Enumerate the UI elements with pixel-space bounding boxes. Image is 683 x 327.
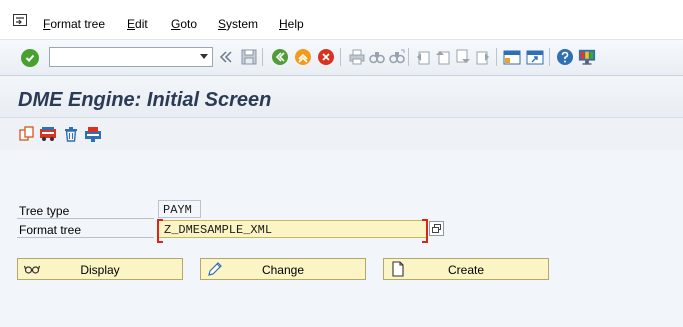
find-icon[interactable] — [368, 48, 386, 66]
back-icon[interactable] — [271, 48, 289, 66]
chevron-down-icon[interactable] — [200, 54, 208, 59]
page-title: DME Engine: Initial Screen — [18, 89, 272, 111]
customize-layout-icon[interactable] — [578, 48, 596, 66]
menu-goto[interactable]: Goto — [171, 17, 197, 31]
find-next-icon[interactable] — [388, 48, 406, 66]
copy-icon[interactable] — [18, 125, 36, 143]
work-area — [0, 150, 683, 327]
screen-title-bar: DME Engine: Initial Screen — [0, 76, 683, 118]
import-icon[interactable] — [84, 125, 102, 143]
menu-system-mnemonic: S — [218, 17, 227, 31]
menu-edit-mnemonic: E — [127, 17, 136, 31]
toolbar-separator — [262, 48, 263, 66]
menu-help-mnemonic: H — [279, 17, 288, 31]
menu-format-tree[interactable]: Format tree — [43, 17, 105, 31]
enter-icon[interactable] — [21, 49, 39, 67]
toolbar-separator — [549, 48, 550, 66]
create-session-icon[interactable] — [503, 48, 521, 66]
menu-goto-label: oto — [180, 17, 198, 31]
display-button[interactable]: Display — [17, 258, 183, 280]
previous-page-icon[interactable] — [434, 48, 452, 66]
tree-type-label: Tree type — [19, 204, 70, 218]
change-button[interactable]: Change — [200, 258, 366, 280]
format-tree-input[interactable]: Z_DMESAMPLE_XML — [157, 219, 428, 243]
delete-icon[interactable] — [62, 125, 80, 143]
last-page-icon[interactable] — [474, 48, 492, 66]
toolbar-separator — [340, 48, 341, 66]
command-input[interactable] — [50, 48, 190, 66]
display-button-label: Display — [80, 263, 120, 277]
system-menu-icon[interactable] — [13, 14, 27, 26]
transport-icon[interactable] — [39, 125, 57, 143]
menu-goto-mnemonic: G — [171, 17, 181, 31]
menu-help-label: elp — [287, 17, 304, 31]
application-toolbar — [0, 118, 683, 150]
menu-format-tree-label: ormat tree — [50, 17, 106, 31]
shortcut-icon[interactable] — [526, 48, 544, 66]
label-underline — [17, 218, 154, 219]
menu-edit[interactable]: Edit — [127, 17, 148, 31]
menu-system-label: ystem — [226, 17, 259, 31]
menu-system[interactable]: System — [218, 17, 258, 31]
menu-edit-label: dit — [135, 17, 148, 31]
command-field[interactable] — [49, 47, 213, 67]
exit-icon[interactable] — [294, 48, 312, 66]
create-button-label: Create — [447, 263, 485, 277]
change-button-label: Change — [261, 263, 305, 277]
label-underline — [17, 237, 154, 238]
print-icon[interactable] — [348, 48, 366, 66]
first-page-icon[interactable] — [414, 48, 432, 66]
cancel-icon[interactable] — [317, 48, 335, 66]
help-icon[interactable] — [556, 48, 574, 66]
collapse-icon[interactable] — [217, 48, 235, 66]
create-button[interactable]: Create — [383, 258, 549, 280]
toolbar-separator — [408, 48, 409, 66]
save-icon[interactable] — [240, 48, 258, 66]
menu-bar: Format tree Edit Goto System Help — [0, 0, 683, 40]
value-help-icon[interactable] — [429, 221, 444, 236]
next-page-icon[interactable] — [454, 48, 472, 66]
toolbar-separator — [496, 48, 497, 66]
format-tree-label: Format tree — [19, 223, 82, 237]
tree-type-field: PAYM — [158, 200, 201, 218]
menu-help[interactable]: Help — [279, 17, 304, 31]
